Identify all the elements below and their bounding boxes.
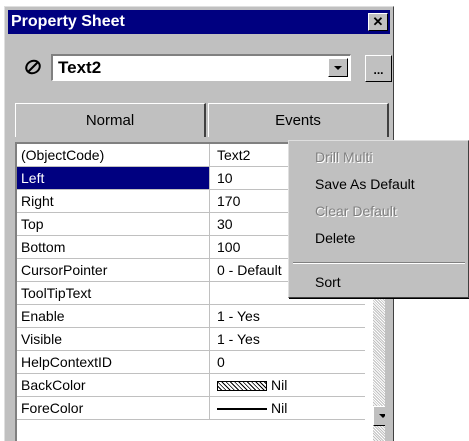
tab-events-label: Events [275, 112, 321, 129]
property-value[interactable]: 0 [211, 351, 365, 373]
property-value[interactable]: 1 - Yes [211, 305, 365, 327]
property-value[interactable]: Nil [211, 397, 365, 419]
property-name: Right [17, 190, 210, 212]
tab-events[interactable]: Events [208, 103, 389, 137]
menu-item-save-as-default[interactable]: Save As Default [291, 171, 467, 197]
close-button[interactable]: ✕ [368, 13, 388, 31]
property-row[interactable]: BackColor Nil [17, 374, 365, 397]
menu-item-clear-default[interactable]: Clear Default [291, 198, 467, 224]
object-selector-combo[interactable]: Text2 [51, 54, 351, 81]
menu-separator [293, 262, 465, 264]
property-value[interactable]: 1 - Yes [211, 328, 365, 350]
object-icon [25, 59, 41, 75]
menu-item-drill-multi[interactable]: Drill Multi [291, 144, 467, 170]
close-icon: ✕ [372, 14, 384, 29]
color-swatch-icon [217, 381, 267, 392]
property-name: Enable [17, 305, 210, 327]
property-row[interactable]: Enable 1 - Yes [17, 305, 365, 328]
object-selector-value: Text2 [58, 58, 102, 77]
property-name: CursorPointer [17, 259, 210, 281]
property-name: Bottom [17, 236, 210, 258]
tab-normal[interactable]: Normal [15, 103, 206, 137]
property-name: Left [17, 167, 210, 189]
property-name: ForeColor [17, 397, 210, 419]
property-row[interactable]: Visible 1 - Yes [17, 328, 365, 351]
color-swatch-icon [217, 408, 267, 411]
property-name: ToolTipText [17, 282, 210, 304]
tab-normal-label: Normal [85, 112, 135, 129]
menu-item-delete[interactable]: Delete [291, 225, 467, 251]
window-title: Property Sheet [11, 13, 125, 30]
property-name: BackColor [17, 374, 210, 396]
builder-button[interactable]: ... [365, 55, 392, 82]
property-name: Top [17, 213, 210, 235]
property-value-text: Nil [271, 377, 288, 393]
property-value-text: Nil [271, 400, 288, 416]
menu-item-sort[interactable]: Sort [291, 269, 467, 295]
title-bar[interactable]: Property Sheet ✕ [8, 10, 390, 34]
property-name: Visible [17, 328, 210, 350]
property-row[interactable]: ForeColor Nil [17, 397, 365, 420]
chevron-down-icon[interactable] [328, 58, 348, 77]
property-name: (ObjectCode) [17, 144, 210, 166]
scroll-down-icon[interactable] [373, 406, 385, 426]
builder-button-label: ... [373, 63, 384, 77]
context-menu: Drill Multi Save As Default Clear Defaul… [288, 140, 469, 298]
property-name: HelpContextID [17, 351, 210, 373]
property-row[interactable]: HelpContextID 0 [17, 351, 365, 374]
property-value[interactable]: Nil [211, 374, 365, 396]
